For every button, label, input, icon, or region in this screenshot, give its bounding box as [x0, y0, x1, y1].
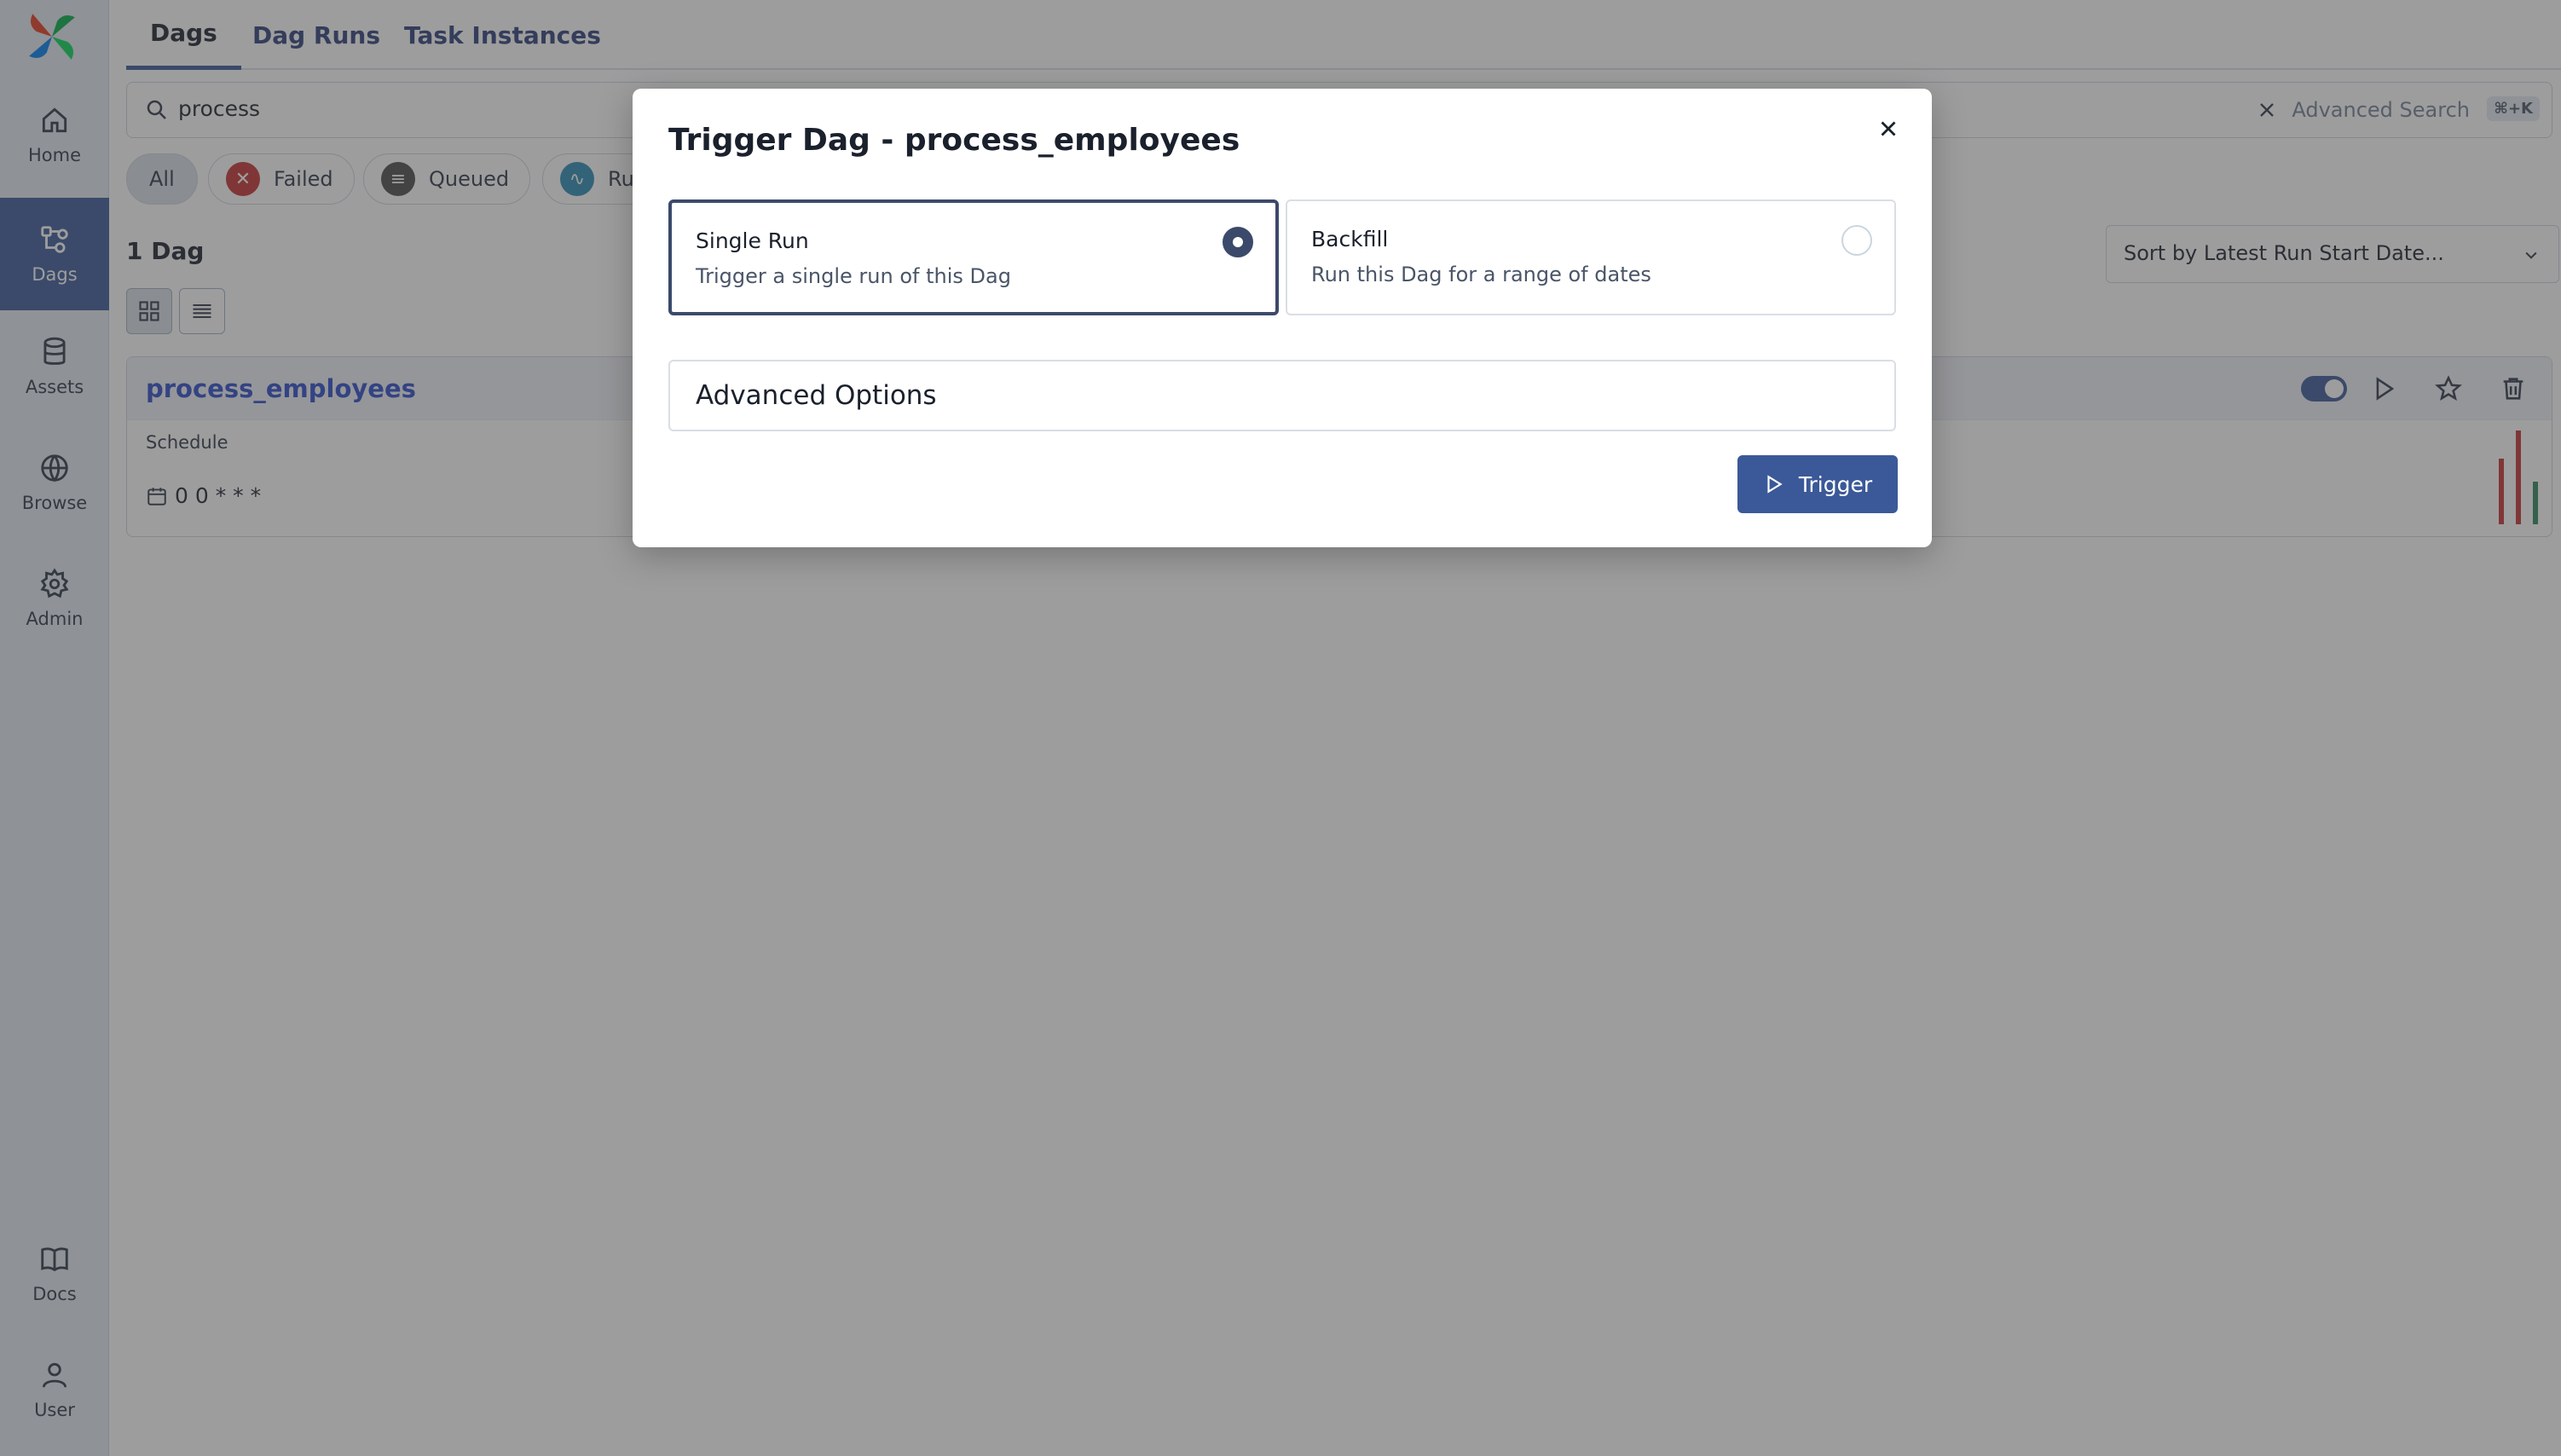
- option-title: Single Run: [696, 228, 809, 253]
- backfill-option[interactable]: Backfill Run this Dag for a range of dat…: [1286, 199, 1896, 315]
- single-run-option[interactable]: Single Run Trigger a single run of this …: [668, 199, 1279, 315]
- trigger-label: Trigger: [1798, 471, 1873, 497]
- advanced-options-label: Advanced Options: [696, 380, 937, 411]
- trigger-dag-modal: Trigger Dag - process_employees Single R…: [633, 89, 1932, 547]
- backfill-radio[interactable]: [1841, 225, 1872, 256]
- close-icon[interactable]: [1876, 116, 1901, 142]
- modal-title: Trigger Dag - process_employees: [668, 123, 1240, 158]
- option-description: Trigger a single run of this Dag: [696, 264, 1011, 288]
- play-icon: [1767, 475, 1783, 494]
- trigger-button[interactable]: Trigger: [1737, 455, 1898, 513]
- airflow-app: Home Dags Assets Browse Admin Docs User: [0, 0, 2561, 1456]
- option-title: Backfill: [1311, 227, 1389, 251]
- single-run-radio[interactable]: [1223, 227, 1253, 257]
- option-description: Run this Dag for a range of dates: [1311, 263, 1651, 286]
- advanced-options-accordion[interactable]: Advanced Options: [668, 360, 1896, 431]
